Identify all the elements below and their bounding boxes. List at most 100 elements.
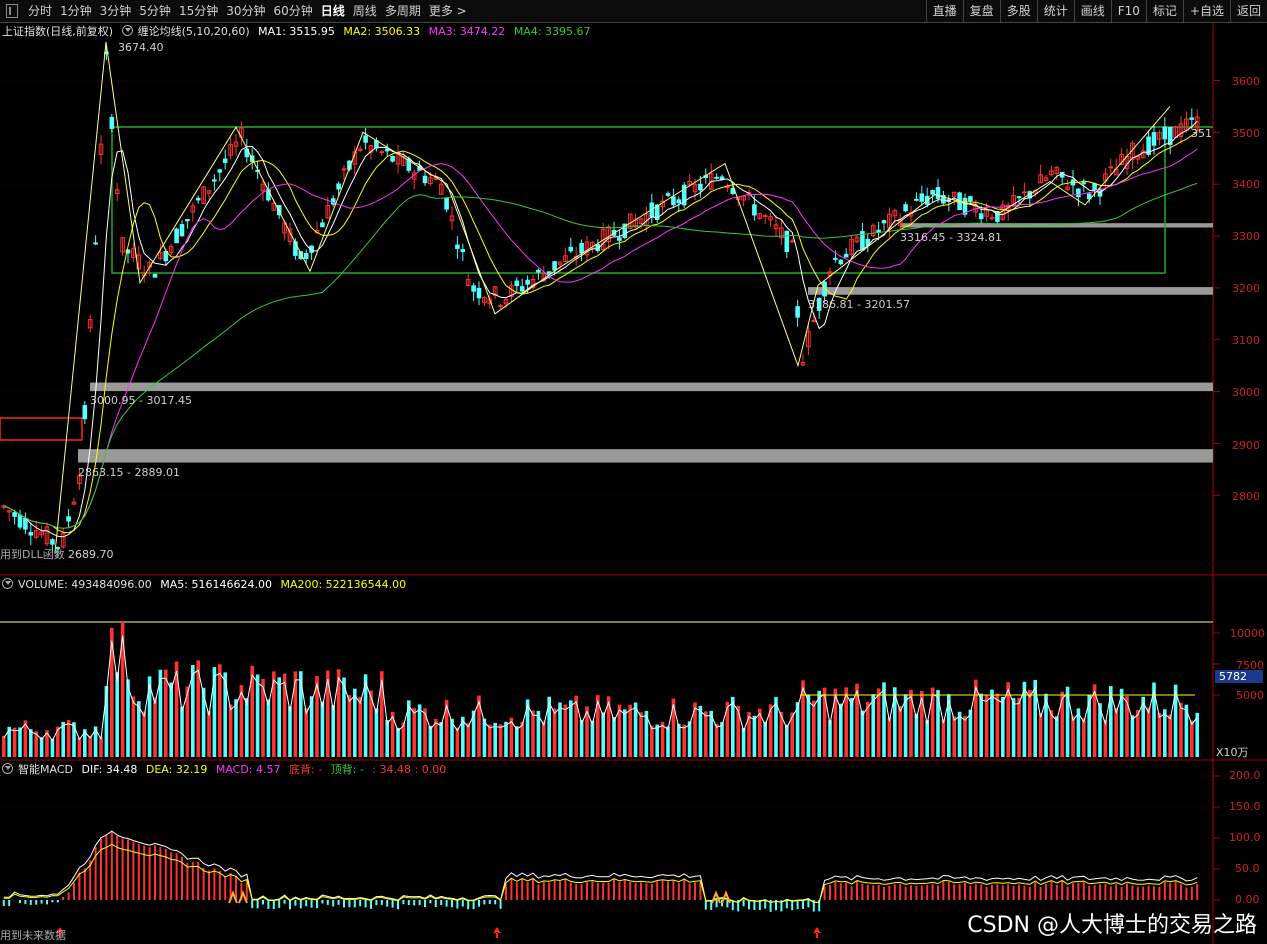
volume-bar bbox=[1017, 697, 1021, 757]
volume-bar bbox=[720, 722, 724, 757]
tab-3min[interactable]: 3分钟 bbox=[96, 0, 136, 22]
volume-bar bbox=[990, 689, 994, 757]
volume-bar bbox=[385, 720, 389, 757]
volume-bar bbox=[498, 724, 503, 757]
volume-bar bbox=[131, 696, 136, 757]
live-button[interactable]: 直播 bbox=[925, 0, 963, 22]
tab-more[interactable]: 更多 > bbox=[425, 0, 471, 22]
volume-bar bbox=[871, 694, 875, 757]
back-button[interactable]: 返回 bbox=[1229, 0, 1267, 22]
tab-multi-period[interactable]: 多周期 bbox=[381, 0, 425, 22]
candle-body bbox=[422, 175, 428, 184]
volume-bar bbox=[2, 735, 6, 757]
volume-bar bbox=[99, 736, 103, 757]
add-watchlist-button[interactable]: +自选 bbox=[1182, 0, 1230, 22]
volume-bar bbox=[1114, 708, 1118, 757]
volume-bar bbox=[1190, 720, 1194, 757]
indicator-name[interactable]: 缠论均线(5,10,20,60) bbox=[138, 25, 250, 38]
f10-button[interactable]: F10 bbox=[1110, 0, 1146, 22]
candle-body bbox=[552, 261, 557, 271]
candle-body bbox=[336, 183, 341, 190]
volume-bar bbox=[72, 722, 76, 757]
volume-bar bbox=[29, 729, 33, 757]
candle-body bbox=[525, 279, 530, 285]
volume-bar bbox=[569, 700, 573, 757]
review-button[interactable]: 复盘 bbox=[962, 0, 1000, 22]
tab-fenshi[interactable]: 分时 bbox=[24, 0, 56, 22]
macd-axis-0: 0.00 bbox=[1235, 893, 1260, 906]
tab-1min[interactable]: 1分钟 bbox=[56, 0, 96, 22]
dll-note: 用到DLL函数 bbox=[0, 548, 65, 561]
volume-bar bbox=[1168, 714, 1172, 757]
macd-axis-100: 100.0 bbox=[1229, 831, 1261, 844]
candle-body bbox=[460, 249, 466, 253]
zigzag-lines bbox=[54, 42, 1171, 553]
volume-bar bbox=[39, 737, 44, 757]
volume-bar bbox=[66, 719, 71, 757]
indicator-dropdown-icon[interactable] bbox=[121, 25, 133, 36]
volume-bar bbox=[218, 664, 222, 757]
candle-body bbox=[320, 222, 325, 228]
volume-bar bbox=[860, 710, 865, 757]
candle-body bbox=[1162, 126, 1168, 140]
candle-body bbox=[617, 237, 622, 241]
multi-stock-button[interactable]: 多股 bbox=[999, 0, 1037, 22]
macd-dropdown-icon[interactable] bbox=[2, 763, 13, 774]
volume-bar bbox=[288, 706, 292, 757]
volume-bar bbox=[1001, 696, 1005, 757]
axis-3200: 3200 bbox=[1232, 282, 1260, 295]
volume-bar bbox=[995, 693, 1000, 757]
tab-weekly[interactable]: 周线 bbox=[349, 0, 381, 22]
volume-bar bbox=[736, 705, 740, 757]
volume-bar bbox=[428, 725, 433, 757]
tab-5min[interactable]: 5分钟 bbox=[135, 0, 175, 22]
volume-bar bbox=[963, 716, 967, 757]
volume-bar bbox=[639, 712, 643, 757]
tab-daily[interactable]: 日线 bbox=[317, 0, 349, 22]
volume-bar bbox=[731, 696, 735, 757]
volume-unit: X10万 bbox=[1216, 746, 1249, 759]
volume-bar bbox=[612, 717, 616, 757]
tab-15min[interactable]: 15分钟 bbox=[175, 0, 222, 22]
axis-2900: 2900 bbox=[1232, 439, 1260, 452]
volume-bar bbox=[839, 703, 843, 757]
volume-bar bbox=[828, 720, 832, 757]
ma4-value: MA4: 3395.67 bbox=[513, 25, 591, 38]
volume-bar bbox=[655, 724, 659, 757]
support-zones bbox=[0, 223, 1213, 623]
axis-3000: 3000 bbox=[1232, 386, 1260, 399]
volume-bar bbox=[876, 688, 881, 757]
zone-label-1: 3000.95 - 3017.45 bbox=[90, 394, 192, 407]
volume-bar bbox=[1065, 686, 1070, 757]
volume-value: VOLUME: 493484096.00 bbox=[18, 578, 152, 591]
volume-bar bbox=[320, 701, 325, 757]
candle-body bbox=[179, 224, 185, 237]
volume-bar bbox=[304, 708, 308, 757]
draw-line-button[interactable]: 画线 bbox=[1073, 0, 1111, 22]
period-tabs: 分时 1分钟 3分钟 5分钟 15分钟 30分钟 60分钟 日线 周线 多周期 … bbox=[0, 0, 471, 22]
tab-30min[interactable]: 30分钟 bbox=[222, 0, 269, 22]
volume-bar bbox=[968, 709, 973, 757]
candle-body bbox=[23, 517, 28, 530]
macd-extra: : 34.48 : 0.00 bbox=[372, 763, 447, 776]
volume-bar bbox=[277, 677, 281, 757]
macd-top-div: 顶背: - bbox=[330, 763, 364, 776]
stats-button[interactable]: 统计 bbox=[1036, 0, 1074, 22]
volume-bar bbox=[331, 705, 335, 757]
chart-canvas[interactable] bbox=[0, 22, 1267, 943]
volume-bar bbox=[666, 726, 670, 757]
volume-bar bbox=[898, 706, 902, 757]
candle-body bbox=[1016, 196, 1022, 199]
zone-bar bbox=[78, 449, 1213, 463]
volume-bar bbox=[380, 671, 384, 757]
volume-bar bbox=[866, 701, 870, 757]
volume-dropdown-icon[interactable] bbox=[2, 578, 13, 589]
volume-bar bbox=[542, 721, 546, 757]
volume-bar bbox=[255, 674, 260, 757]
volume-bar bbox=[752, 715, 757, 757]
mark-button[interactable]: 标记 bbox=[1145, 0, 1183, 22]
tab-60min[interactable]: 60分钟 bbox=[270, 0, 317, 22]
candle-body bbox=[989, 217, 995, 220]
volume-bar bbox=[817, 690, 821, 757]
menu-icon[interactable] bbox=[6, 4, 18, 18]
